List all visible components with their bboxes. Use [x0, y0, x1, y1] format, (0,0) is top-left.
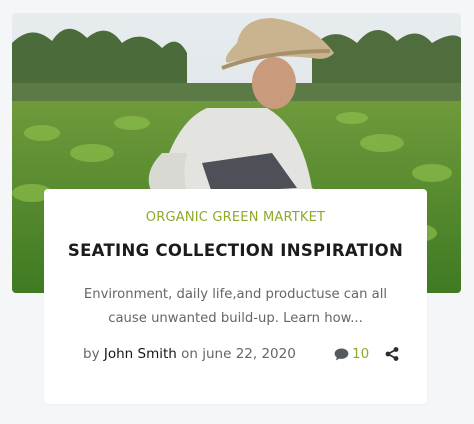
post-date: on june 22, 2020	[181, 346, 296, 362]
comments-link[interactable]: 10	[334, 346, 369, 362]
post-excerpt: Environment, daily life,and productuse c…	[83, 287, 388, 326]
post-category[interactable]: ORGANIC GREEN MARTKET	[44, 210, 427, 225]
post-card: ORGANIC GREEN MARTKET SEATING COLLECTION…	[44, 189, 427, 404]
share-icon[interactable]	[385, 347, 399, 361]
post-meta: by John Smith on june 22, 2020	[83, 346, 296, 362]
author-link[interactable]: John Smith	[104, 346, 177, 362]
comment-icon	[334, 347, 349, 360]
by-prefix: by	[83, 346, 100, 362]
post-title[interactable]: SEATING COLLECTION INSPIRATION	[44, 241, 427, 260]
comments-count: 10	[352, 346, 370, 362]
